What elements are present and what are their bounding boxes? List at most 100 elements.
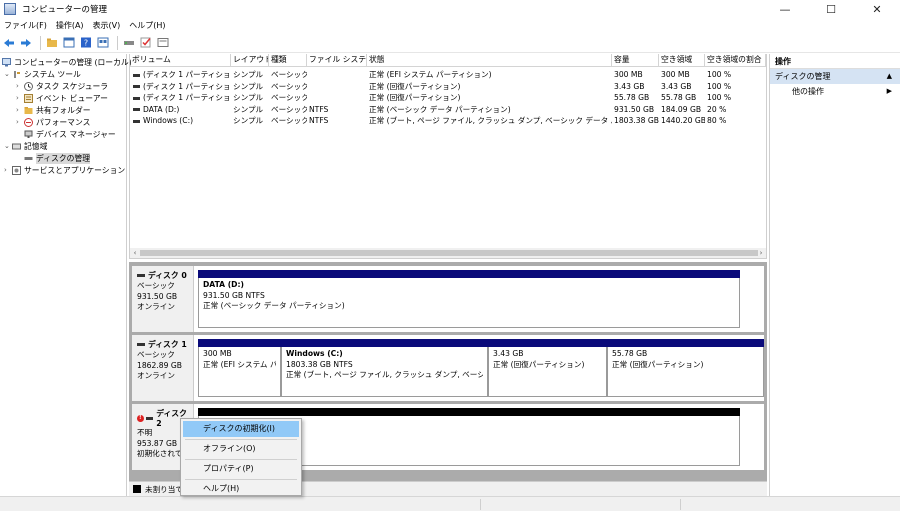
check-icon[interactable]: [139, 36, 153, 50]
disk-size: 1862.89 GB: [137, 360, 182, 370]
scroll-left-icon[interactable]: ‹: [130, 248, 140, 258]
partition-bar: [281, 339, 488, 347]
cell-free-percent: 80 %: [707, 116, 727, 125]
cell-filesystem: [307, 81, 367, 92]
tree-item-task-scheduler[interactable]: › タスク スケジューラ: [16, 80, 108, 92]
folder-up-icon[interactable]: [45, 36, 59, 50]
column-header-capacity[interactable]: 容量: [612, 54, 659, 67]
table-row[interactable]: Windows (C:) シンプル ベーシック NTFS 正常 (ブート, ペー…: [130, 115, 766, 127]
tree-item-shared-folders[interactable]: › 共有フォルダー: [16, 104, 91, 116]
cell-capacity: 1803.38 GB: [614, 116, 659, 125]
action-more-actions[interactable]: 他の操作 ▶: [770, 84, 900, 99]
disk-0-info[interactable]: ディスク 0 ベーシック 931.50 GB オンライン: [132, 266, 194, 332]
properties-icon[interactable]: [62, 36, 76, 50]
minimize-button[interactable]: —: [762, 0, 808, 18]
tree-label: デバイス マネージャー: [36, 129, 116, 139]
disk-icon[interactable]: [122, 36, 136, 50]
partition-recovery-2[interactable]: 55.78 GB 正常 (回復パーティション): [607, 339, 764, 397]
tree-label: イベント ビューアー: [36, 93, 108, 103]
context-menu: ディスクの初期化(I) オフライン(O) プロパティ(P) ヘルプ(H): [180, 418, 302, 496]
expand-icon[interactable]: ›: [16, 118, 24, 126]
menu-item-initialize-disk[interactable]: ディスクの初期化(I): [183, 421, 299, 437]
status-divider: [680, 499, 681, 510]
partition-efi[interactable]: 300 MB 正常 (EFI システム パー: [198, 339, 281, 397]
column-header-layout[interactable]: レイアウト: [231, 54, 269, 67]
disk-1-info[interactable]: ディスク 1 ベーシック 1862.89 GB オンライン: [132, 335, 194, 401]
cell-layout: シンプル: [233, 70, 264, 79]
cell-volume: Windows (C:): [130, 115, 231, 126]
cell-volume: (ディスク 1 パーティション 5): [130, 92, 231, 103]
expand-icon[interactable]: ›: [16, 106, 24, 114]
cell-free-space: 55.78 GB: [661, 93, 697, 102]
tree-item-services-applications[interactable]: › サービスとアプリケーション: [4, 164, 125, 176]
scrollbar-thumb[interactable]: [140, 250, 758, 256]
column-header-volume[interactable]: ボリューム: [130, 54, 231, 67]
partition-windows-c[interactable]: Windows (C:) 1803.38 GB NTFS 正常 (ブート, ペー…: [281, 339, 488, 397]
cell-status: 正常 (EFI システム パーティション): [369, 70, 492, 79]
horizontal-scrollbar[interactable]: ‹ ›: [130, 248, 766, 258]
warning-icon: !: [137, 414, 144, 422]
tree-item-computer-management[interactable]: コンピューターの管理 (ローカル): [2, 56, 132, 68]
actions-section-disk-management[interactable]: ディスクの管理 ▲: [770, 69, 900, 84]
table-row[interactable]: (ディスク 1 パーティション 5) シンプル ベーシック 正常 (回復パーティ…: [130, 92, 766, 104]
menu-action[interactable]: 操作(A): [56, 20, 84, 31]
column-header-status[interactable]: 状態: [367, 54, 612, 67]
cell-filesystem: [307, 69, 367, 80]
scroll-right-icon[interactable]: ›: [756, 248, 766, 258]
tree-item-system-tools[interactable]: ⌄ システム ツール: [4, 68, 81, 80]
disk-management-icon: [24, 154, 33, 163]
menu-view[interactable]: 表示(V): [93, 20, 121, 31]
expand-icon[interactable]: ›: [16, 94, 24, 102]
actions-header: 操作: [770, 54, 900, 69]
collapse-up-icon[interactable]: ▲: [887, 69, 892, 84]
menu-item-help[interactable]: ヘルプ(H): [183, 481, 299, 497]
toolbar: ?: [0, 33, 900, 53]
cell-type: ベーシック: [271, 70, 307, 79]
volume-table-header: ボリューム レイアウト 種類 ファイル システム 状態 容量 空き領域 空き領域…: [130, 54, 766, 67]
menu-item-properties[interactable]: プロパティ(P): [183, 461, 299, 477]
cell-layout: シンプル: [233, 116, 264, 125]
cell-type: ベーシック: [271, 93, 307, 102]
menu-item-offline[interactable]: オフライン(O): [183, 441, 299, 457]
tree-item-disk-management[interactable]: ディスクの管理: [24, 152, 91, 164]
partition-status: 正常 (回復パーティション): [493, 359, 585, 369]
back-arrow-icon[interactable]: [2, 36, 16, 50]
maximize-button[interactable]: ☐: [808, 0, 854, 18]
partition-status: 正常 (回復パーティション): [612, 359, 704, 369]
tree-item-device-manager[interactable]: デバイス マネージャー: [24, 128, 116, 140]
table-row[interactable]: (ディスク 1 パーティション 4) シンプル ベーシック 正常 (回復パーティ…: [130, 81, 766, 93]
view-icon[interactable]: [96, 36, 110, 50]
partition-recovery-1[interactable]: 3.43 GB 正常 (回復パーティション): [488, 339, 607, 397]
forward-arrow-icon[interactable]: [19, 36, 33, 50]
cell-volume-text: (ディスク 1 パーティション 1): [143, 70, 231, 79]
volume-icon: [133, 73, 140, 77]
table-row[interactable]: DATA (D:) シンプル ベーシック NTFS 正常 (ベーシック データ …: [130, 104, 766, 116]
table-row[interactable]: (ディスク 1 パーティション 1) シンプル ベーシック 正常 (EFI シス…: [130, 69, 766, 81]
column-header-type[interactable]: 種類: [269, 54, 307, 67]
cell-status: 正常 (回復パーティション): [369, 81, 461, 91]
cell-type: ベーシック: [271, 116, 307, 125]
expand-icon[interactable]: ›: [4, 166, 12, 174]
tree-item-performance[interactable]: › パフォーマンス: [16, 116, 90, 128]
close-button[interactable]: ✕: [854, 0, 900, 18]
actions-section-label: ディスクの管理: [775, 72, 831, 81]
column-header-filesystem[interactable]: ファイル システム: [307, 54, 367, 67]
computer-management-icon: [4, 3, 16, 15]
collapse-icon[interactable]: ⌄: [4, 142, 12, 150]
tree-item-storage[interactable]: ⌄ 記憶域: [4, 140, 47, 152]
expand-icon[interactable]: ›: [16, 82, 24, 90]
menu-file[interactable]: ファイル(F): [4, 20, 47, 31]
collapse-icon[interactable]: ⌄: [4, 70, 12, 78]
partition-status: 正常 (ブート, ページ ファイル, クラッシュ ダンプ, ベーシック データ …: [286, 370, 483, 379]
help-icon[interactable]: ?: [79, 36, 93, 50]
services-icon: [12, 165, 21, 175]
menu-help[interactable]: ヘルプ(H): [129, 20, 165, 31]
tree-item-event-viewer[interactable]: › イベント ビューアー: [16, 92, 108, 104]
column-header-free-percent[interactable]: 空き領域の割合: [705, 54, 766, 67]
console-icon[interactable]: [156, 36, 170, 50]
partition-data-d[interactable]: DATA (D:) 931.50 GB NTFS 正常 (ベーシック データ パ…: [198, 270, 740, 328]
partition-size: 931.50 GB NTFS: [203, 290, 265, 300]
submenu-arrow-icon: ▶: [886, 87, 892, 95]
performance-icon: [24, 117, 33, 127]
column-header-free-space[interactable]: 空き領域: [659, 54, 705, 67]
